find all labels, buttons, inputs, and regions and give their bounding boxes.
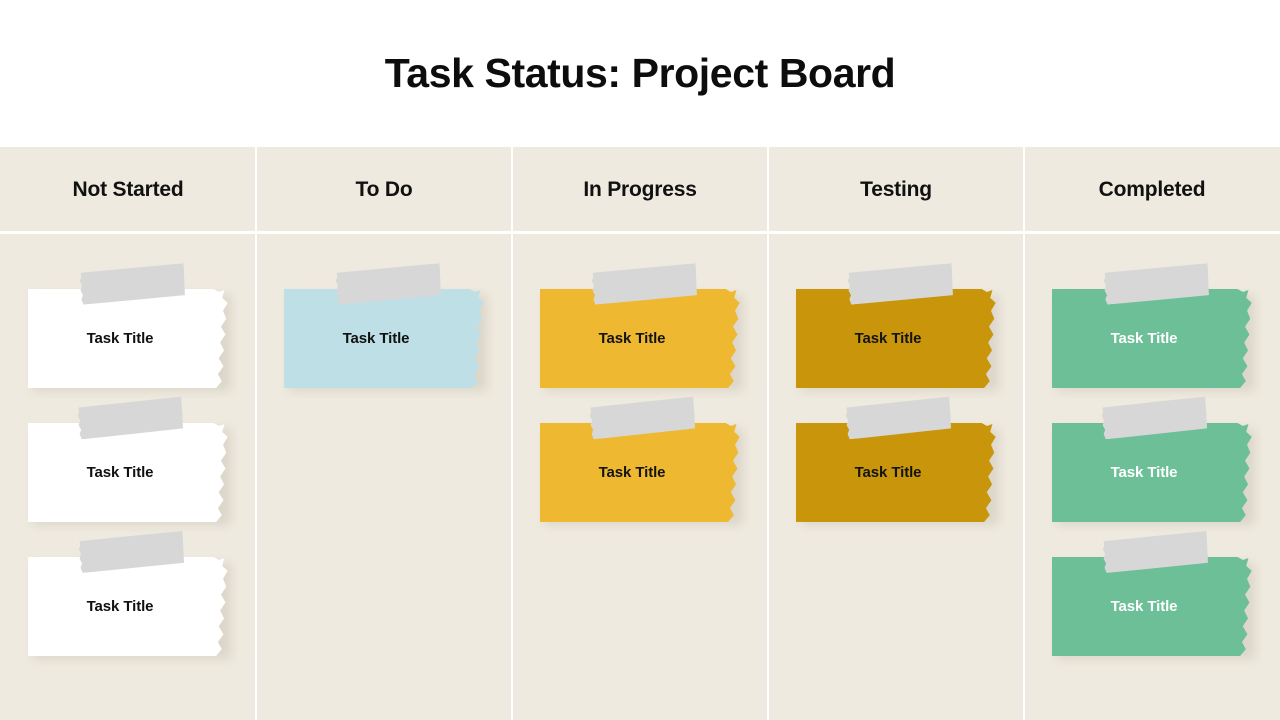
task-card[interactable]: Task Title xyxy=(1052,289,1255,391)
card-paper xyxy=(540,289,740,388)
card-paper xyxy=(796,423,996,522)
kanban-board: Not Started Task Title Task Title Task Titl… xyxy=(0,147,1280,720)
column-header-completed[interactable]: Completed xyxy=(1024,147,1280,234)
slide-canvas: Task Status: Project Board Not Started Ta… xyxy=(0,0,1280,720)
task-card[interactable]: Task Title xyxy=(1052,557,1255,659)
column-body-not-started: Task Title Task Title Task Title xyxy=(0,232,256,720)
task-card[interactable]: Task Title xyxy=(540,423,743,525)
task-card[interactable]: Task Title xyxy=(1052,423,1255,525)
board-column-testing: Testing Task Title Task Title xyxy=(767,147,1024,720)
column-header-not-started[interactable]: Not Started xyxy=(0,147,256,234)
column-header-testing[interactable]: Testing xyxy=(768,147,1024,234)
board-column-in-progress: In Progress Task Title Task Title xyxy=(511,147,768,720)
column-header-label: In Progress xyxy=(583,177,697,201)
board-column-not-started: Not Started Task Title Task Title Task Titl… xyxy=(0,147,256,720)
card-paper xyxy=(1052,423,1252,522)
card-paper xyxy=(28,557,228,656)
card-paper xyxy=(28,289,228,388)
column-body-to-do: Task Title xyxy=(256,232,512,720)
column-header-label: To Do xyxy=(355,177,413,201)
task-card[interactable]: Task Title xyxy=(284,289,487,391)
column-body-in-progress: Task Title Task Title xyxy=(512,232,768,720)
task-card[interactable]: Task Title xyxy=(28,289,231,391)
column-header-in-progress[interactable]: In Progress xyxy=(512,147,768,234)
title-area: Task Status: Project Board xyxy=(0,0,1280,147)
column-header-label: Testing xyxy=(860,177,932,201)
card-paper xyxy=(796,289,996,388)
card-paper xyxy=(284,289,484,388)
card-paper xyxy=(1052,557,1252,656)
card-paper xyxy=(540,423,740,522)
board-column-to-do: To Do Task Title xyxy=(255,147,512,720)
card-paper xyxy=(28,423,228,522)
page-title: Task Status: Project Board xyxy=(384,50,896,96)
card-paper xyxy=(1052,289,1252,388)
board-column-completed: Completed Task Title Task Title Task Title xyxy=(1023,147,1280,720)
task-card[interactable]: Task Title xyxy=(540,289,743,391)
task-card[interactable]: Task Title xyxy=(28,423,231,525)
task-card[interactable]: Task Title xyxy=(796,423,999,525)
column-header-to-do[interactable]: To Do xyxy=(256,147,512,234)
column-header-label: Not Started xyxy=(72,177,184,201)
column-body-testing: Task Title Task Title xyxy=(768,232,1024,720)
column-body-completed: Task Title Task Title Task Title xyxy=(1024,232,1280,720)
column-header-label: Completed xyxy=(1098,177,1206,201)
task-card[interactable]: Task Title xyxy=(796,289,999,391)
task-card[interactable]: Task Title xyxy=(28,557,231,659)
